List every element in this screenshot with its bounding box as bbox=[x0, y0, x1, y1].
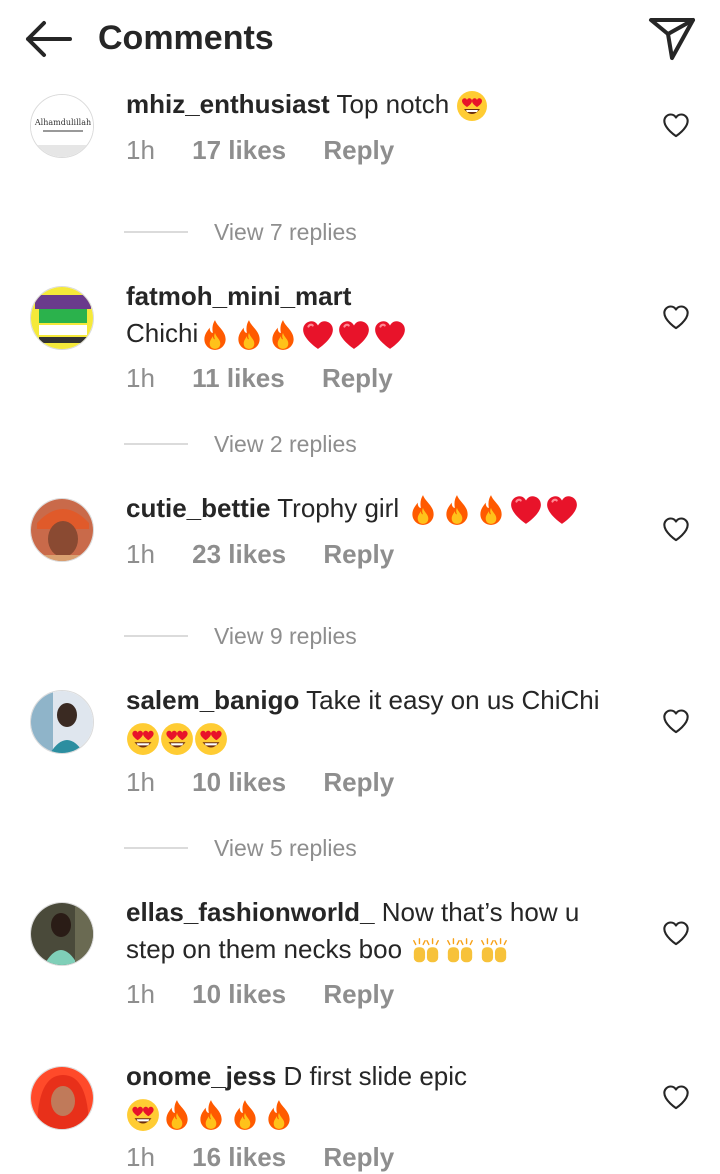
red-heart-emoji bbox=[372, 318, 408, 352]
view-replies-label: View 9 replies bbox=[214, 623, 357, 649]
divider-line bbox=[124, 635, 188, 637]
red-heart-emoji bbox=[336, 318, 372, 352]
comment-text: cutie_bettie Trophy girl bbox=[126, 490, 626, 527]
username[interactable]: cutie_bettie bbox=[126, 493, 271, 523]
comment-body: Take it easy on us ChiChi bbox=[306, 685, 600, 715]
fire-emoji bbox=[198, 318, 232, 352]
divider-line bbox=[124, 443, 188, 445]
timestamp: 1h bbox=[126, 767, 155, 797]
like-heart-icon[interactable] bbox=[662, 708, 690, 734]
avatar[interactable] bbox=[30, 902, 94, 966]
comment-meta: 1h 10 likes Reply bbox=[126, 765, 394, 799]
arrow-left-icon bbox=[26, 21, 72, 57]
red-heart-emoji bbox=[544, 493, 580, 527]
heart-eyes-emoji bbox=[456, 90, 488, 122]
like-heart-icon[interactable] bbox=[662, 1084, 690, 1110]
comment-body: Top notch bbox=[336, 89, 450, 119]
avatar-image: Alhamdulillah bbox=[31, 95, 93, 157]
username[interactable]: onome_jess bbox=[126, 1061, 276, 1091]
fire-emoji bbox=[160, 1098, 194, 1132]
likes-count[interactable]: 17 likes bbox=[192, 133, 286, 167]
raising-hands-emoji bbox=[477, 936, 511, 966]
fire-emoji bbox=[232, 318, 266, 352]
like-heart-icon[interactable] bbox=[662, 920, 690, 946]
view-replies-label: View 2 replies bbox=[214, 431, 357, 457]
avatar-image bbox=[31, 1067, 93, 1129]
avatar-image bbox=[31, 287, 93, 349]
username[interactable]: salem_banigo bbox=[126, 685, 299, 715]
like-heart-icon[interactable] bbox=[662, 112, 690, 138]
raising-hands-emoji bbox=[409, 936, 443, 966]
page-title: Comments bbox=[98, 19, 274, 57]
like-heart-icon[interactable] bbox=[662, 304, 690, 330]
raising-hands-emoji bbox=[443, 936, 477, 966]
view-replies-label: View 7 replies bbox=[214, 219, 357, 245]
comment-meta: 1h 23 likes Reply bbox=[126, 537, 394, 571]
comment-meta: 1h 17 likes Reply bbox=[126, 133, 394, 167]
comment-body: Chichi bbox=[126, 318, 199, 348]
timestamp: 1h bbox=[126, 135, 155, 165]
heart-eyes-emoji bbox=[160, 722, 194, 756]
comment-text: mhiz_enthusiast Top notch bbox=[126, 86, 626, 123]
comment-text: salem_banigo Take it easy on us ChiChi bbox=[126, 682, 626, 756]
username[interactable]: mhiz_enthusiast bbox=[126, 89, 330, 119]
avatar-image bbox=[31, 499, 93, 561]
reply-button[interactable]: Reply bbox=[323, 537, 394, 571]
comment-body: Trophy girl bbox=[277, 493, 400, 523]
reply-button[interactable]: Reply bbox=[322, 361, 393, 395]
divider-line bbox=[124, 847, 188, 849]
like-heart-icon[interactable] bbox=[662, 516, 690, 542]
view-replies-label: View 5 replies bbox=[214, 835, 357, 861]
avatar[interactable] bbox=[30, 286, 94, 350]
heart-eyes-emoji bbox=[126, 722, 160, 756]
comment-text: onome_jess D first slide epic bbox=[126, 1058, 626, 1132]
reply-button[interactable]: Reply bbox=[323, 133, 394, 167]
paper-plane-icon bbox=[649, 18, 695, 60]
heart-eyes-emoji bbox=[194, 722, 228, 756]
avatar[interactable] bbox=[30, 498, 94, 562]
svg-text:Alhamdulillah: Alhamdulillah bbox=[34, 118, 91, 127]
reply-button[interactable]: Reply bbox=[323, 977, 394, 1011]
fire-emoji bbox=[228, 1098, 262, 1132]
reply-button[interactable]: Reply bbox=[323, 765, 394, 799]
comment-body: D first slide epic bbox=[283, 1061, 468, 1091]
fire-emoji bbox=[262, 1098, 296, 1132]
heart-eyes-emoji bbox=[126, 1098, 160, 1132]
avatar[interactable] bbox=[30, 690, 94, 754]
timestamp: 1h bbox=[126, 539, 155, 569]
share-button[interactable] bbox=[646, 14, 698, 64]
username[interactable]: fatmoh_mini_mart bbox=[126, 281, 351, 311]
fire-emoji bbox=[406, 493, 440, 527]
header-bar: Comments bbox=[0, 0, 720, 78]
red-heart-emoji bbox=[300, 318, 336, 352]
comment-meta: 1h 16 likes Reply bbox=[126, 1140, 394, 1174]
username[interactable]: ellas_fashionworld_ bbox=[126, 897, 375, 927]
fire-emoji bbox=[266, 318, 300, 352]
avatar[interactable]: Alhamdulillah bbox=[30, 94, 94, 158]
fire-emoji bbox=[474, 493, 508, 527]
avatar[interactable] bbox=[30, 1066, 94, 1130]
red-heart-emoji bbox=[508, 493, 544, 527]
comment-text: fatmoh_mini_mart Chichi bbox=[126, 278, 626, 352]
timestamp: 1h bbox=[126, 363, 155, 393]
avatar-image bbox=[31, 691, 93, 753]
comment-meta: 1h 11 likes Reply bbox=[126, 361, 393, 395]
likes-count[interactable]: 10 likes bbox=[192, 765, 286, 799]
comment-text: ellas_fashionworld_ Now that’s how u ste… bbox=[126, 894, 626, 968]
comment-meta: 1h 10 likes Reply bbox=[126, 977, 394, 1011]
likes-count[interactable]: 23 likes bbox=[192, 537, 286, 571]
likes-count[interactable]: 11 likes bbox=[192, 361, 285, 395]
divider-line bbox=[124, 231, 188, 233]
fire-emoji bbox=[440, 493, 474, 527]
fire-emoji bbox=[194, 1098, 228, 1132]
likes-count[interactable]: 16 likes bbox=[192, 1140, 286, 1174]
timestamp: 1h bbox=[126, 1142, 155, 1172]
likes-count[interactable]: 10 likes bbox=[192, 977, 286, 1011]
timestamp: 1h bbox=[126, 979, 155, 1009]
back-button[interactable] bbox=[22, 18, 74, 60]
reply-button[interactable]: Reply bbox=[323, 1140, 394, 1174]
avatar-image bbox=[31, 903, 93, 965]
